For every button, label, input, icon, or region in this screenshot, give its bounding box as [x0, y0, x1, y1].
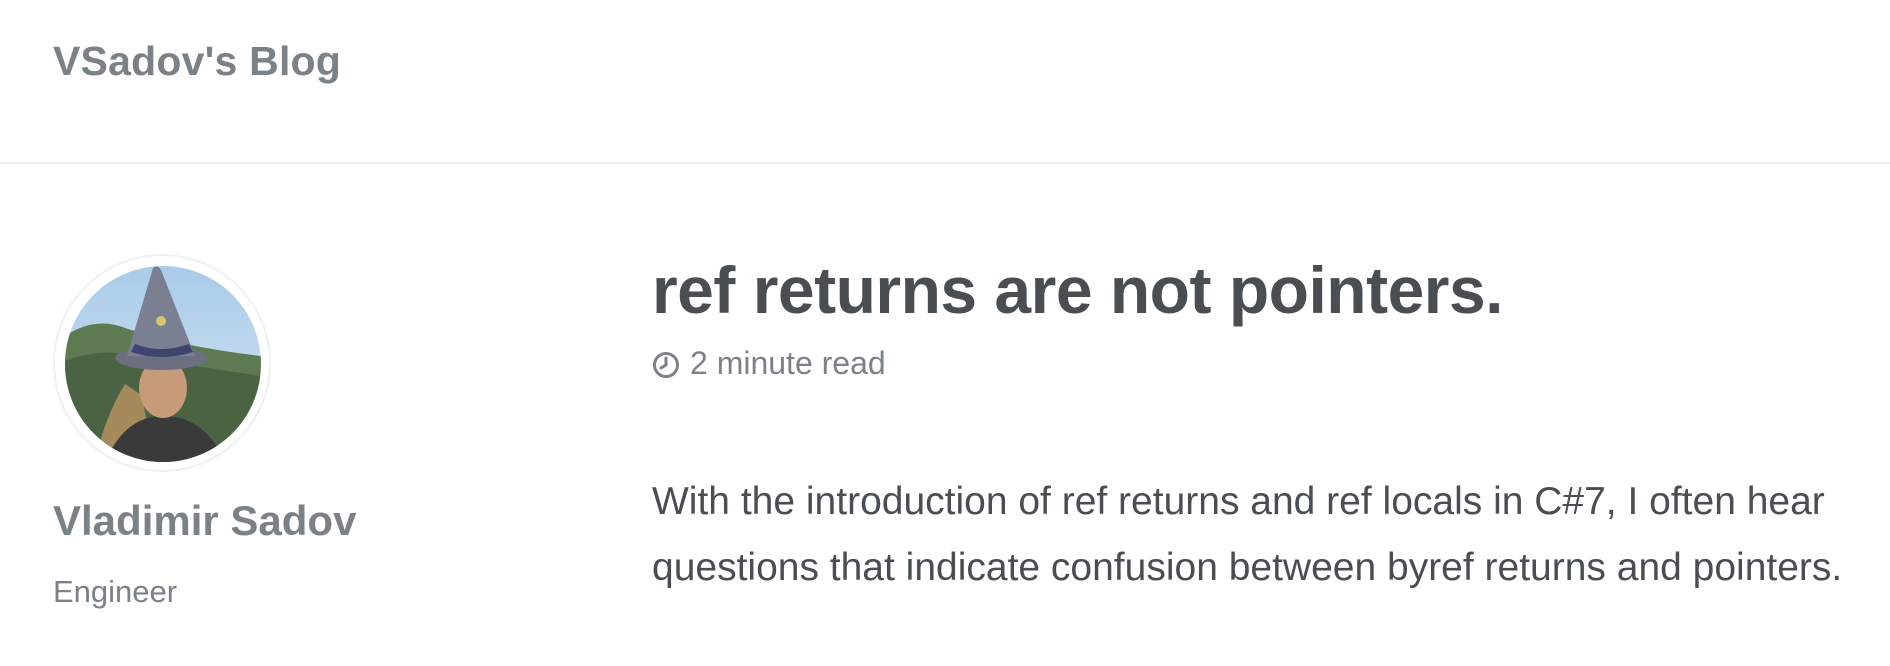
post-title: ref returns are not pointers.: [652, 253, 1504, 327]
author-avatar: [65, 266, 261, 462]
author-name: Vladimir Sadov: [53, 497, 357, 544]
masthead: VSadov's Blog: [0, 0, 1890, 164]
read-time: 2 minute read: [690, 345, 886, 381]
author-bio: Engineer: [53, 574, 178, 609]
site-title-link[interactable]: VSadov's Blog: [53, 38, 341, 85]
post-lead-paragraph: With the introduction of ref returns and…: [652, 480, 1843, 589]
post-article: ref returns are not pointers. 2 minute r…: [652, 250, 1890, 589]
clock-icon: [652, 350, 680, 378]
post-meta: 2 minute read: [652, 345, 886, 382]
author-avatar-frame: [53, 254, 271, 472]
